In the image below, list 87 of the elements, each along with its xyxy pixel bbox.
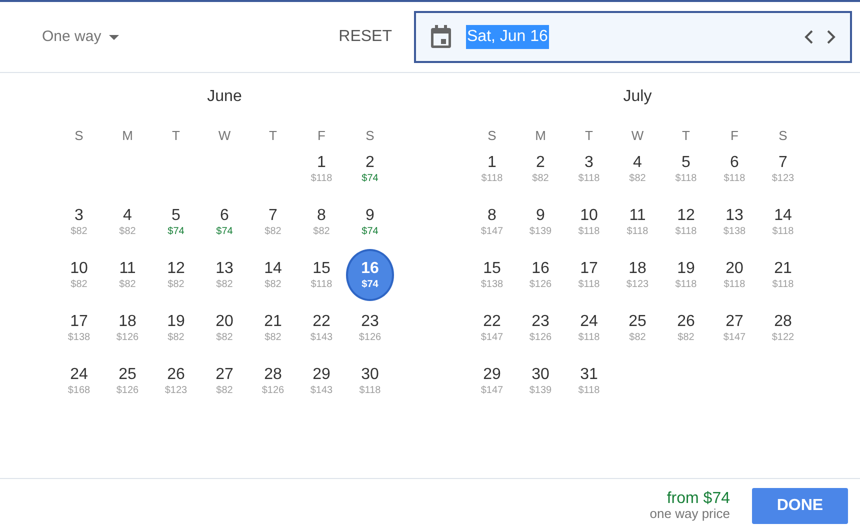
calendar-day[interactable]: 6 $118	[710, 143, 759, 195]
calendar-day[interactable]: 26 $123	[152, 355, 200, 407]
previous-icon[interactable]	[804, 29, 814, 45]
calendar-day[interactable]: 5 $74	[152, 196, 200, 248]
weekday-label: W	[217, 127, 232, 145]
weekday-label: W	[630, 127, 645, 145]
calendar-day[interactable]: 8 $82	[297, 196, 346, 248]
next-icon[interactable]	[826, 29, 836, 45]
calendar-day[interactable]: 18 $123	[613, 249, 662, 301]
calendar-day[interactable]: 16 $126	[516, 249, 565, 301]
calendar-day[interactable]: 7 $123	[758, 143, 808, 195]
calendar-icon	[430, 25, 452, 49]
calendar-day[interactable]: 30 $118	[346, 355, 394, 407]
calendar-day[interactable]: 21 $118	[758, 249, 808, 301]
weekday-label: F	[316, 127, 326, 145]
calendar-day[interactable]: 11 $82	[103, 249, 152, 301]
calendar-day[interactable]: 8 $147	[468, 196, 516, 248]
calendar-day[interactable]: 25 $82	[613, 302, 662, 354]
calendar-day[interactable]: 23 $126	[346, 302, 394, 354]
calendar-day[interactable]: 29 $143	[297, 355, 346, 407]
calendar-day[interactable]: 7 $82	[248, 196, 298, 248]
caret-icon	[109, 34, 120, 40]
calendar-day[interactable]: 31 $118	[564, 355, 614, 407]
calendar-day[interactable]: 2 $74	[346, 143, 394, 195]
calendar-day[interactable]: 22 $143	[297, 302, 346, 354]
calendar-day[interactable]: 17 $118	[564, 249, 614, 301]
calendar-day[interactable]: 18 $126	[103, 302, 152, 354]
reset-button[interactable]: RESET	[338, 25, 392, 49]
calendar-day[interactable]: 22 $147	[468, 302, 516, 354]
calendar-day[interactable]: 20 $82	[200, 302, 249, 354]
calendar-day[interactable]: 12 $118	[662, 196, 710, 248]
calendar-day[interactable]: 3 $118	[564, 143, 614, 195]
calendar-day[interactable]: 9 $139	[516, 196, 565, 248]
calendar-day[interactable]: 4 $82	[613, 143, 662, 195]
calendar-day[interactable]: 9 $74	[346, 196, 394, 248]
date-value: Sat, Jun 16	[466, 25, 549, 49]
weekday-label: S	[74, 127, 84, 145]
weekday-label: F	[730, 127, 740, 145]
calendar-day[interactable]: 24 $118	[564, 302, 614, 354]
weekday-label: T	[681, 127, 691, 145]
calendar-day[interactable]: 16 $74	[346, 249, 394, 301]
calendar-day[interactable]: 13 $82	[200, 249, 249, 301]
calendar-day[interactable]: 1 $118	[297, 143, 346, 195]
calendar-day[interactable]: 24 $168	[54, 355, 104, 407]
month-title: July	[623, 87, 652, 107]
calendar-day[interactable]: 15 $118	[297, 249, 346, 301]
calendar-day[interactable]: 14 $118	[758, 196, 808, 248]
lowest-price: from $74	[666, 490, 730, 506]
weekday-label: T	[584, 127, 594, 145]
price-note: one way price	[650, 506, 730, 520]
calendar-day[interactable]: 25 $126	[103, 355, 152, 407]
done-button[interactable]: DONE	[752, 488, 848, 524]
calendar-day[interactable]: 19 $82	[152, 302, 200, 354]
calendar-day[interactable]: 12 $82	[152, 249, 200, 301]
trip-type-dropdown[interactable]: One way	[42, 26, 120, 48]
calendar-day[interactable]: 20 $118	[710, 249, 759, 301]
calendar-day[interactable]: 28 $122	[758, 302, 808, 354]
calendar-day[interactable]: 27 $82	[200, 355, 249, 407]
calendar-day[interactable]: 28 $126	[248, 355, 298, 407]
weekday-label: M	[121, 127, 134, 145]
calendar-day[interactable]: 10 $118	[564, 196, 614, 248]
calendar-day[interactable]: 23 $126	[516, 302, 565, 354]
weekday-label: M	[534, 127, 547, 145]
calendar-day[interactable]: 10 $82	[54, 249, 104, 301]
weekday-label: T	[268, 127, 278, 145]
calendar-day[interactable]: 13 $138	[710, 196, 759, 248]
calendar-day[interactable]: 29 $147	[468, 355, 516, 407]
calendar-day[interactable]: 1 $118	[468, 143, 516, 195]
calendar-day[interactable]: 15 $138	[468, 249, 516, 301]
weekday-label: S	[778, 127, 788, 145]
weekday-label: S	[486, 127, 498, 145]
calendar-day[interactable]: 2 $82	[516, 143, 565, 195]
calendar-day[interactable]: 27 $147	[710, 302, 759, 354]
calendar-day[interactable]: 5 $118	[662, 143, 710, 195]
calendar-day[interactable]: 26 $82	[662, 302, 710, 354]
calendar-day[interactable]: 21 $82	[248, 302, 298, 354]
calendar-day[interactable]: 17 $138	[54, 302, 104, 354]
calendar-day[interactable]: 14 $82	[248, 249, 298, 301]
weekday-label: S	[364, 127, 376, 145]
weekday-label: T	[171, 127, 181, 145]
calendar-day[interactable]: 6 $74	[200, 196, 249, 248]
month-title: June	[207, 87, 242, 107]
calendar-day[interactable]: 3 $82	[54, 196, 104, 248]
calendar-day[interactable]: 19 $118	[662, 249, 710, 301]
calendar-day[interactable]: 4 $82	[103, 196, 152, 248]
calendar-day[interactable]: 11 $118	[613, 196, 662, 248]
calendar-day[interactable]: 30 $139	[516, 355, 565, 407]
